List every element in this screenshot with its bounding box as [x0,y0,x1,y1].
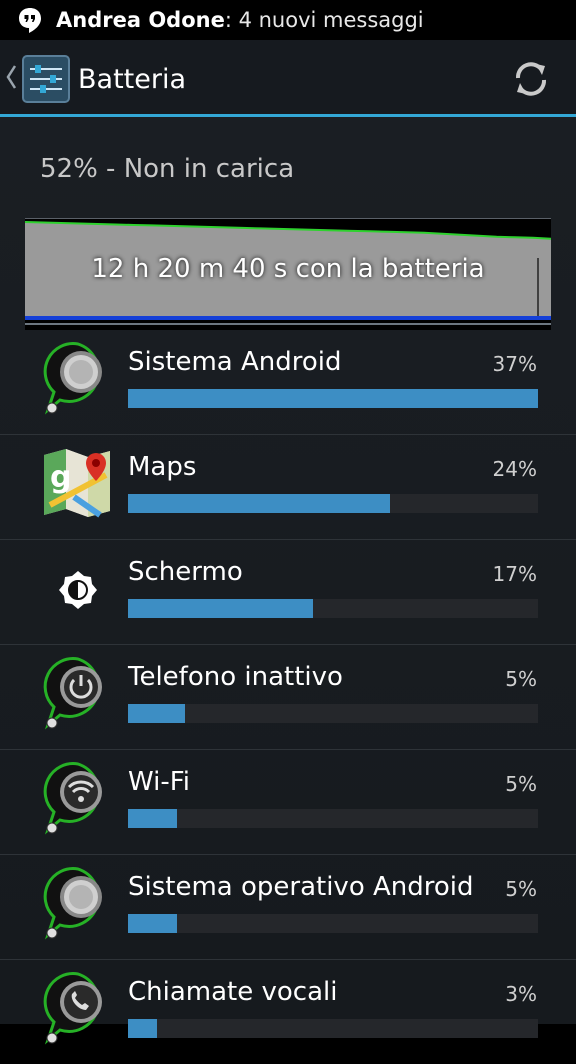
usage-bar-fill [128,809,178,828]
battery-duration: 12 h 20 m 40 s con la batteria [91,254,485,284]
battery-status: 52% - Non in carica [40,154,295,184]
usage-item-label: Sistema Android [128,347,342,377]
usage-item-percent: 5% [505,667,537,691]
settings-sliders-icon[interactable] [22,55,70,103]
usage-bar-track [128,389,538,408]
usage-bar-track [128,914,538,933]
usage-bar-track [128,809,538,828]
usage-item-label: Maps [128,452,197,482]
usage-bar-fill [128,704,186,723]
usage-item-percent: 17% [492,562,537,586]
usage-bar-fill [128,914,178,933]
usage-item-percent: 37% [492,352,537,376]
usage-item-sistema-android[interactable]: Sistema Android 37% [0,330,576,435]
usage-bar-track [128,599,538,618]
page-title: Batteria [78,64,186,95]
usage-item-label: Telefono inattivo [128,662,343,692]
hangouts-icon [19,8,41,33]
usage-bar-track [128,1019,538,1038]
usage-item-telefono-inattivo[interactable]: Telefono inattivo 5% [0,645,576,750]
usage-bar-track [128,704,538,723]
usage-item-percent: 5% [505,772,537,796]
usage-item-label: Sistema operativo Android [128,872,474,902]
wifi-icon [43,762,102,835]
usage-bar-track [128,494,538,513]
battery-usage-list: Sistema Android 37% g Maps 24% Schermo 1… [0,330,576,1064]
notification-sender: Andrea Odone [56,8,225,32]
status-bar: Andrea Odone: 4 nuovi messaggi [0,0,576,40]
usage-item-schermo[interactable]: Schermo 17% [0,540,576,645]
usage-item-label: Schermo [128,557,243,587]
usage-item-label: Chiamate vocali [128,977,338,1007]
notification-message: : 4 nuovi messaggi [224,8,424,32]
battery-content: 52% - Non in carica 12 h 20 m 40 s con l… [0,117,576,1045]
graph-charge-strip [25,316,551,320]
action-bar: Batteria [0,40,576,115]
back-chevron-icon[interactable] [4,62,18,92]
usage-item-label: Wi-Fi [128,767,191,797]
usage-item-percent: 24% [492,457,537,481]
refresh-icon[interactable] [510,58,552,100]
power-icon [43,657,102,730]
usage-item-percent: 5% [505,877,537,901]
phone-icon [43,972,102,1045]
brightness-icon [59,571,97,609]
usage-bar-fill [128,1019,157,1038]
usage-item-chiamate-vocali[interactable]: Chiamate vocali 3% [0,960,576,1064]
battery-history-graph[interactable]: 12 h 20 m 40 s con la batteria [25,218,551,330]
usage-bar-fill [128,494,391,513]
android-system-icon [43,342,102,415]
usage-item-percent: 3% [505,982,537,1006]
usage-bar-fill [128,389,538,408]
usage-item-maps[interactable]: g Maps 24% [0,435,576,540]
android-os-icon [43,867,102,940]
maps-icon: g [44,449,110,518]
svg-text:g: g [50,460,71,495]
usage-item-sistema-operativo-android[interactable]: Sistema operativo Android 5% [0,855,576,960]
notification-text[interactable]: Andrea Odone: 4 nuovi messaggi [56,6,424,34]
usage-bar-fill [128,599,313,618]
usage-item-wi-fi[interactable]: Wi-Fi 5% [0,750,576,855]
graph-bottom-divider [25,323,551,325]
